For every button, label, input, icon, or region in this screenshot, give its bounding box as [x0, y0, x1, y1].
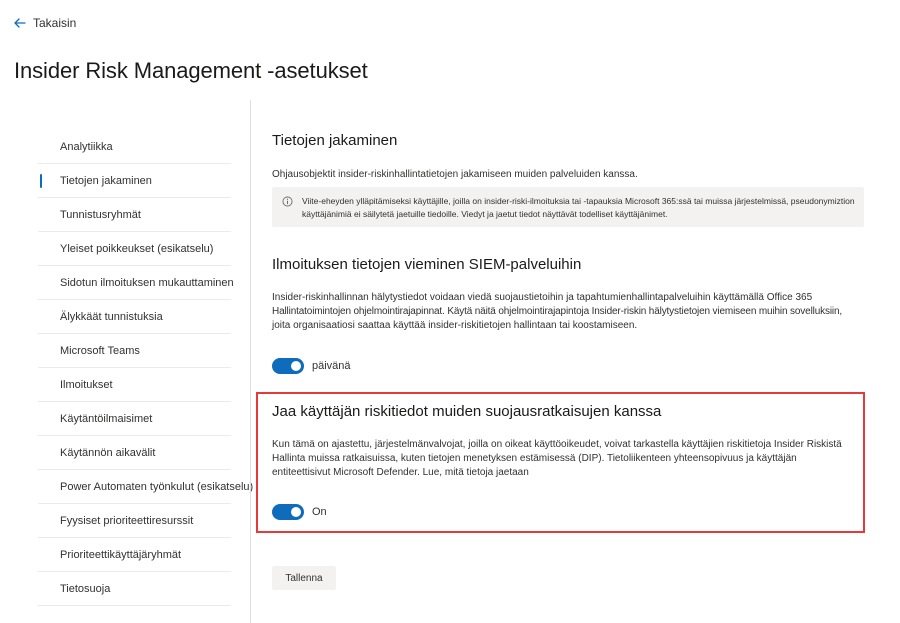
nav-item-intelligent-detections[interactable]: Älykkäät tunnistuksia [38, 300, 231, 334]
nav-item-detection-groups[interactable]: Tunnistusryhmät [38, 198, 231, 232]
pseudonymization-info-box: Viite-eheyden ylläpitämiseksi käyttäjill… [272, 187, 864, 227]
data-sharing-description: Ohjausobjektit insider-riskinhallintatie… [272, 169, 638, 180]
info-text-line: Viite-eheyden ylläpitämiseksi käyttäjill… [302, 196, 855, 206]
siem-export-toggle-row: päivänä [272, 358, 351, 374]
nav-item-notifications[interactable]: Ilmoitukset [38, 368, 231, 402]
nav-divider [250, 100, 251, 623]
toggle-knob [291, 361, 301, 371]
siem-export-title: Ilmoituksen tietojen vieminen SIEM-palve… [272, 256, 582, 273]
siem-desc-line: Hallintatoimintojen ohjelmointirajapinna… [272, 306, 843, 317]
nav-item-microsoft-teams[interactable]: Microsoft Teams [38, 334, 231, 368]
siem-export-description: Insider-riskinhallinnan hälytystiedot vo… [272, 291, 872, 333]
nav-item-privacy[interactable]: Tietosuoja [38, 572, 231, 606]
nav-item-global-exclusions[interactable]: Yleiset poikkeukset (esikatselu) [38, 232, 231, 266]
arrow-left-icon [14, 18, 26, 28]
page-title: Insider Risk Management -asetukset [14, 58, 368, 83]
info-icon [282, 196, 293, 207]
siem-desc-line: Insider-riskinhallinnan hälytystiedot vo… [272, 292, 813, 303]
nav-item-analytics[interactable]: Analytiikka [38, 130, 231, 164]
nav-item-policy-indicators[interactable]: Käytäntöilmaisimet [38, 402, 231, 436]
siem-desc-line: joita organisaatiosi saattaa käyttää ins… [272, 320, 638, 331]
nav-item-alert-customization[interactable]: Sidotun ilmoituksen mukauttaminen [38, 266, 234, 300]
siem-export-toggle-label: päivänä [312, 360, 351, 372]
back-link[interactable]: Takaisin [14, 16, 76, 30]
highlight-box [256, 392, 865, 533]
save-button[interactable]: Tallenna [272, 566, 336, 590]
info-text-line: käyttäjänimiä ei säilytetä jaetuille tie… [302, 209, 668, 219]
siem-export-toggle[interactable] [272, 358, 304, 374]
nav-item-physical-priority-assets[interactable]: Fyysiset prioriteettiresurssit [38, 504, 231, 538]
back-label: Takaisin [33, 16, 77, 30]
nav-item-power-automate-flows[interactable]: Power Automaten työnkulut (esikatselu) [38, 470, 253, 504]
nav-item-priority-user-groups[interactable]: Prioriteettikäyttäjäryhmät [38, 538, 231, 572]
nav-item-data-sharing[interactable]: Tietojen jakaminen [38, 164, 231, 198]
settings-nav: Analytiikka Tietojen jakaminen Tunnistus… [38, 130, 253, 606]
nav-item-policy-timeframes[interactable]: Käytännön aikavälit [38, 436, 231, 470]
data-sharing-title: Tietojen jakaminen [272, 132, 398, 149]
